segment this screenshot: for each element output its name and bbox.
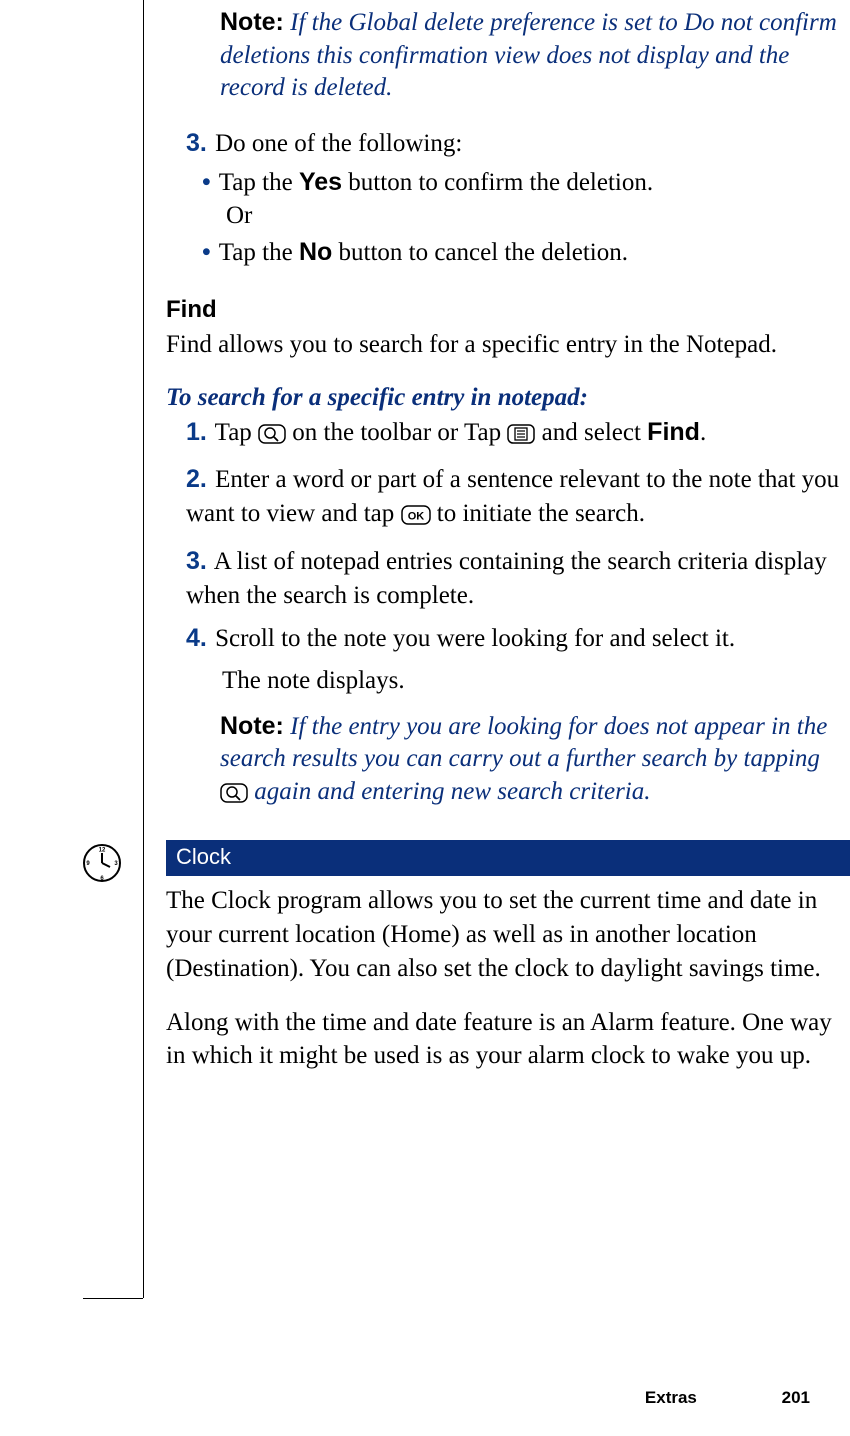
page: 12 3 6 9 Note: If the Global delete pref…	[0, 0, 850, 1436]
vertical-rule	[143, 0, 144, 1298]
menu-icon	[507, 420, 535, 454]
step-text: A list of notepad entries containing the…	[186, 548, 827, 609]
step-text: on the toolbar or Tap	[292, 419, 507, 446]
yes-label: Yes	[299, 168, 342, 196]
step-text: Scroll to the note you were looking for …	[215, 625, 735, 652]
step-text: to initiate the search.	[437, 500, 645, 527]
clock-icon: 12 3 6 9	[82, 843, 122, 883]
note-block: Note: If the Global delete preference is…	[220, 6, 846, 105]
find-heading: Find	[166, 296, 846, 324]
step-number: 3.	[186, 129, 207, 157]
footer-chapter: Extras	[645, 1388, 697, 1407]
bullet-text: button to confirm the deletion.	[342, 169, 653, 196]
step-number: 2.	[186, 465, 207, 493]
step-text: Do one of the following:	[215, 130, 462, 157]
bullet-yes: •Tap the Yes button to confirm the delet…	[226, 166, 846, 200]
svg-text:3: 3	[114, 861, 118, 867]
find-para: Find allows you to search for a specific…	[166, 328, 846, 362]
search-step-2: 2. Enter a word or part of a sentence re…	[186, 463, 846, 535]
step-number: 3.	[186, 547, 207, 575]
content-column: Note: If the Global delete preference is…	[166, 6, 846, 1073]
magnifier-icon	[220, 780, 248, 813]
note-text: If the Global delete preference is set t…	[220, 9, 837, 101]
note-label: Note:	[220, 712, 284, 740]
corner-rule	[83, 1298, 143, 1299]
clock-para-2: Along with the time and date feature is …	[166, 1006, 846, 1074]
clock-heading-bar: Clock	[166, 840, 850, 876]
svg-text:OK: OK	[407, 511, 424, 523]
note-block-2: Note: If the entry you are looking for d…	[220, 710, 846, 813]
no-label: No	[299, 238, 332, 266]
bullet-text: Tap the	[219, 169, 299, 196]
step-text: and select	[542, 419, 648, 446]
magnifier-icon	[258, 420, 286, 454]
or-text: Or	[226, 202, 846, 230]
step-text: .	[700, 419, 706, 446]
step-number: 4.	[186, 624, 207, 652]
note-text-b: again and entering new search criteria.	[254, 778, 650, 805]
note-text-a: If the entry you are looking for does no…	[220, 713, 827, 773]
step-number: 1.	[186, 418, 207, 446]
bullet-text: button to cancel the deletion.	[332, 239, 628, 266]
search-step-4: 4. Scroll to the note you were looking f…	[186, 622, 846, 656]
step-3: 3. Do one of the following:	[186, 127, 846, 161]
search-step-3: 3. A list of notepad entries containing …	[186, 545, 846, 613]
search-step-1: 1. Tap on the toolbar or Tap	[186, 416, 846, 454]
note-label: Note:	[220, 8, 284, 36]
step-4-result: The note displays.	[222, 664, 846, 698]
svg-text:12: 12	[99, 848, 106, 854]
procedure-heading: To search for a specific entry in notepa…	[166, 384, 846, 412]
note-text: If the entry you are looking for does no…	[220, 713, 827, 805]
clock-para-1: The Clock program allows you to set the …	[166, 884, 846, 985]
ok-icon: OK	[401, 501, 431, 535]
find-label: Find	[647, 418, 700, 446]
page-footer: Extras 201	[645, 1388, 810, 1408]
bullet-text: Tap the	[219, 239, 299, 266]
step-text: Tap	[215, 419, 258, 446]
svg-text:9: 9	[86, 861, 90, 867]
footer-page-number: 201	[782, 1388, 810, 1407]
bullet-no: •Tap the No button to cancel the deletio…	[226, 236, 846, 270]
